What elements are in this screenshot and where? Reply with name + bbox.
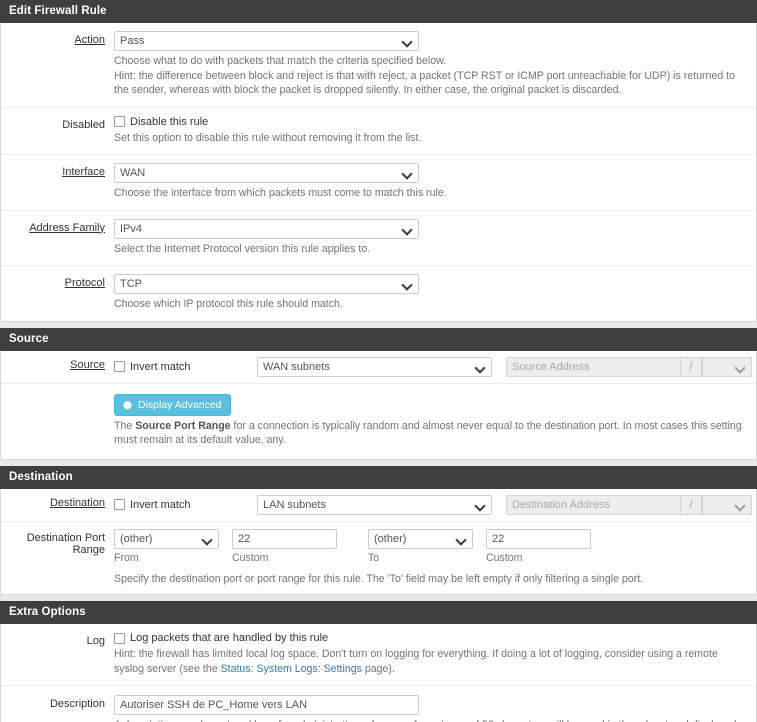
source-address-group: Source Address / xyxy=(506,356,752,377)
address-family-select[interactable]: IPv4 xyxy=(114,218,419,239)
form-row-source-advanced: Display Advanced The Source Port Range f… xyxy=(1,384,756,459)
destination-invert-match-label: Invert match xyxy=(130,498,191,511)
address-family-select-wrap[interactable]: IPv4 xyxy=(114,218,419,239)
action-select-wrap[interactable]: Pass xyxy=(114,31,419,51)
form-row-source: Source Invert match WAN subnets Source A… xyxy=(1,351,756,384)
source-mask-select-wrap[interactable] xyxy=(702,356,752,377)
destination-mask-select[interactable] xyxy=(702,494,752,515)
source-mask-select[interactable] xyxy=(702,356,752,377)
source-type-select[interactable]: WAN subnets xyxy=(257,356,492,377)
form-row-description: Description Autoriser SSH de PC_Home ver… xyxy=(1,686,756,722)
disable-rule-checkbox-label: Disable this rule xyxy=(130,115,209,128)
destination-port-range-help: Specify the destination port or port ran… xyxy=(114,572,644,585)
destination-invert-match-checkbox[interactable] xyxy=(114,499,125,511)
disable-rule-checkbox[interactable] xyxy=(114,116,125,128)
disabled-label: Disabled xyxy=(62,118,105,131)
action-help-1: Choose what to do with packets that matc… xyxy=(114,55,447,67)
interface-help: Choose the interface from which packets … xyxy=(114,187,447,200)
section-header-extra-options: Extra Options xyxy=(0,601,757,625)
gear-icon xyxy=(122,399,133,410)
source-invert-match-row[interactable]: Invert match xyxy=(114,361,257,373)
description-label: Description xyxy=(49,698,105,711)
destination-port-to-select-wrap[interactable]: (other) xyxy=(368,528,473,549)
form-row-log: Log Log packets that are handled by this… xyxy=(1,624,756,687)
destination-port-to-select[interactable]: (other) xyxy=(368,528,473,549)
protocol-help: Choose which IP protocol this rule shoul… xyxy=(114,298,343,311)
destination-invert-match-row[interactable]: Invert match xyxy=(114,499,257,511)
address-family-help: Select the Internet Protocol version thi… xyxy=(114,242,371,255)
protocol-label: Protocol xyxy=(64,277,105,290)
log-help: Hint: the firewall has limited local log… xyxy=(114,648,718,675)
destination-port-to-cell: (other) To xyxy=(368,528,473,564)
log-label: Log xyxy=(86,635,105,648)
protocol-select[interactable]: TCP xyxy=(114,274,419,295)
destination-port-to-caption: To xyxy=(368,551,380,564)
source-invert-match-label: Invert match xyxy=(130,360,191,373)
source-address-input[interactable]: Source Address xyxy=(506,356,681,377)
log-packets-checkbox-row[interactable]: Log packets that are handled by this rul… xyxy=(114,632,328,644)
disable-rule-checkbox-row[interactable]: Disable this rule xyxy=(114,116,208,128)
form-row-destination: Destination Invert match LAN subnets Des… xyxy=(1,489,756,522)
destination-port-from-select-wrap[interactable]: (other) xyxy=(114,528,219,549)
edit-firewall-rule-panel: Action Pass Choose what to do with packe… xyxy=(0,23,757,322)
form-row-protocol: Protocol TCP Choose which IP protocol th… xyxy=(1,266,756,321)
destination-address-group: Destination Address / xyxy=(506,494,752,515)
destination-label: Destination xyxy=(49,496,105,509)
log-packets-checkbox-label: Log packets that are handled by this rul… xyxy=(130,632,329,645)
description-help: A description may be entered here for ad… xyxy=(114,718,746,722)
form-row-destination-port-range: Destination Port Range (other) From 22 C… xyxy=(1,522,756,595)
source-invert-match-checkbox[interactable] xyxy=(114,361,125,373)
action-select[interactable]: Pass xyxy=(114,31,419,51)
section-header-source: Source xyxy=(0,327,757,351)
section-header-edit-firewall-rule: Edit Firewall Rule xyxy=(0,0,757,23)
destination-type-select[interactable]: LAN subnets xyxy=(257,494,492,515)
destination-panel: Destination Invert match LAN subnets Des… xyxy=(0,488,757,596)
form-row-address-family: Address Family IPv4 Select the Internet … xyxy=(1,211,756,267)
destination-mask-select-wrap[interactable] xyxy=(702,494,752,515)
page-root: Edit Firewall Rule Action Pass Choose wh… xyxy=(0,0,757,722)
disabled-help: Set this option to disable this rule wit… xyxy=(114,131,422,144)
action-help-2: Hint: the difference between block and r… xyxy=(114,69,736,97)
source-address-slash: / xyxy=(680,356,702,377)
form-row-interface: Interface WAN Choose the interface from … xyxy=(1,155,756,211)
destination-type-select-wrap[interactable]: LAN subnets xyxy=(257,494,492,515)
section-header-destination: Destination xyxy=(0,465,757,489)
destination-port-to-custom-input[interactable]: 22 xyxy=(486,528,591,549)
source-label: Source xyxy=(70,358,105,371)
extra-options-panel: Log Log packets that are handled by this… xyxy=(0,624,757,722)
source-advanced-spacer xyxy=(1,394,114,397)
source-display-advanced-button[interactable]: Display Advanced xyxy=(114,393,232,416)
destination-port-from-custom-cell: 22 Custom xyxy=(232,528,337,564)
protocol-select-wrap[interactable]: TCP xyxy=(114,274,419,295)
destination-port-to-custom-caption: Custom xyxy=(486,551,523,564)
form-row-action: Action Pass Choose what to do with packe… xyxy=(1,23,756,108)
status-system-logs-settings-link[interactable]: Status: System Logs: Settings xyxy=(221,663,362,675)
source-type-select-wrap[interactable]: WAN subnets xyxy=(257,356,492,377)
log-packets-checkbox[interactable] xyxy=(114,632,125,644)
destination-port-from-caption: From xyxy=(114,551,139,564)
interface-select[interactable]: WAN xyxy=(114,163,419,184)
form-row-disabled: Disabled Disable this rule Set this opti… xyxy=(1,108,756,156)
source-display-advanced-label: Display Advanced xyxy=(138,398,222,411)
description-input[interactable]: Autoriser SSH de PC_Home vers LAN xyxy=(114,695,419,716)
source-panel: Source Invert match WAN subnets Source A… xyxy=(0,350,757,460)
interface-select-wrap[interactable]: WAN xyxy=(114,163,419,184)
destination-port-from-select[interactable]: (other) xyxy=(114,528,219,549)
destination-port-to-custom-cell: 22 Custom xyxy=(486,528,591,564)
destination-port-from-custom-input[interactable]: 22 xyxy=(232,528,337,549)
interface-label: Interface xyxy=(62,166,105,179)
destination-address-slash: / xyxy=(680,494,702,515)
destination-address-input[interactable]: Destination Address xyxy=(506,494,681,515)
action-label: Action xyxy=(74,34,105,46)
destination-port-from-custom-caption: Custom xyxy=(232,551,269,564)
source-port-range-help: The Source Port Range for a connection i… xyxy=(114,419,742,447)
destination-port-range-label: Destination Port Range xyxy=(26,531,105,556)
destination-port-from-cell: (other) From xyxy=(114,528,219,564)
address-family-label: Address Family xyxy=(29,221,105,234)
